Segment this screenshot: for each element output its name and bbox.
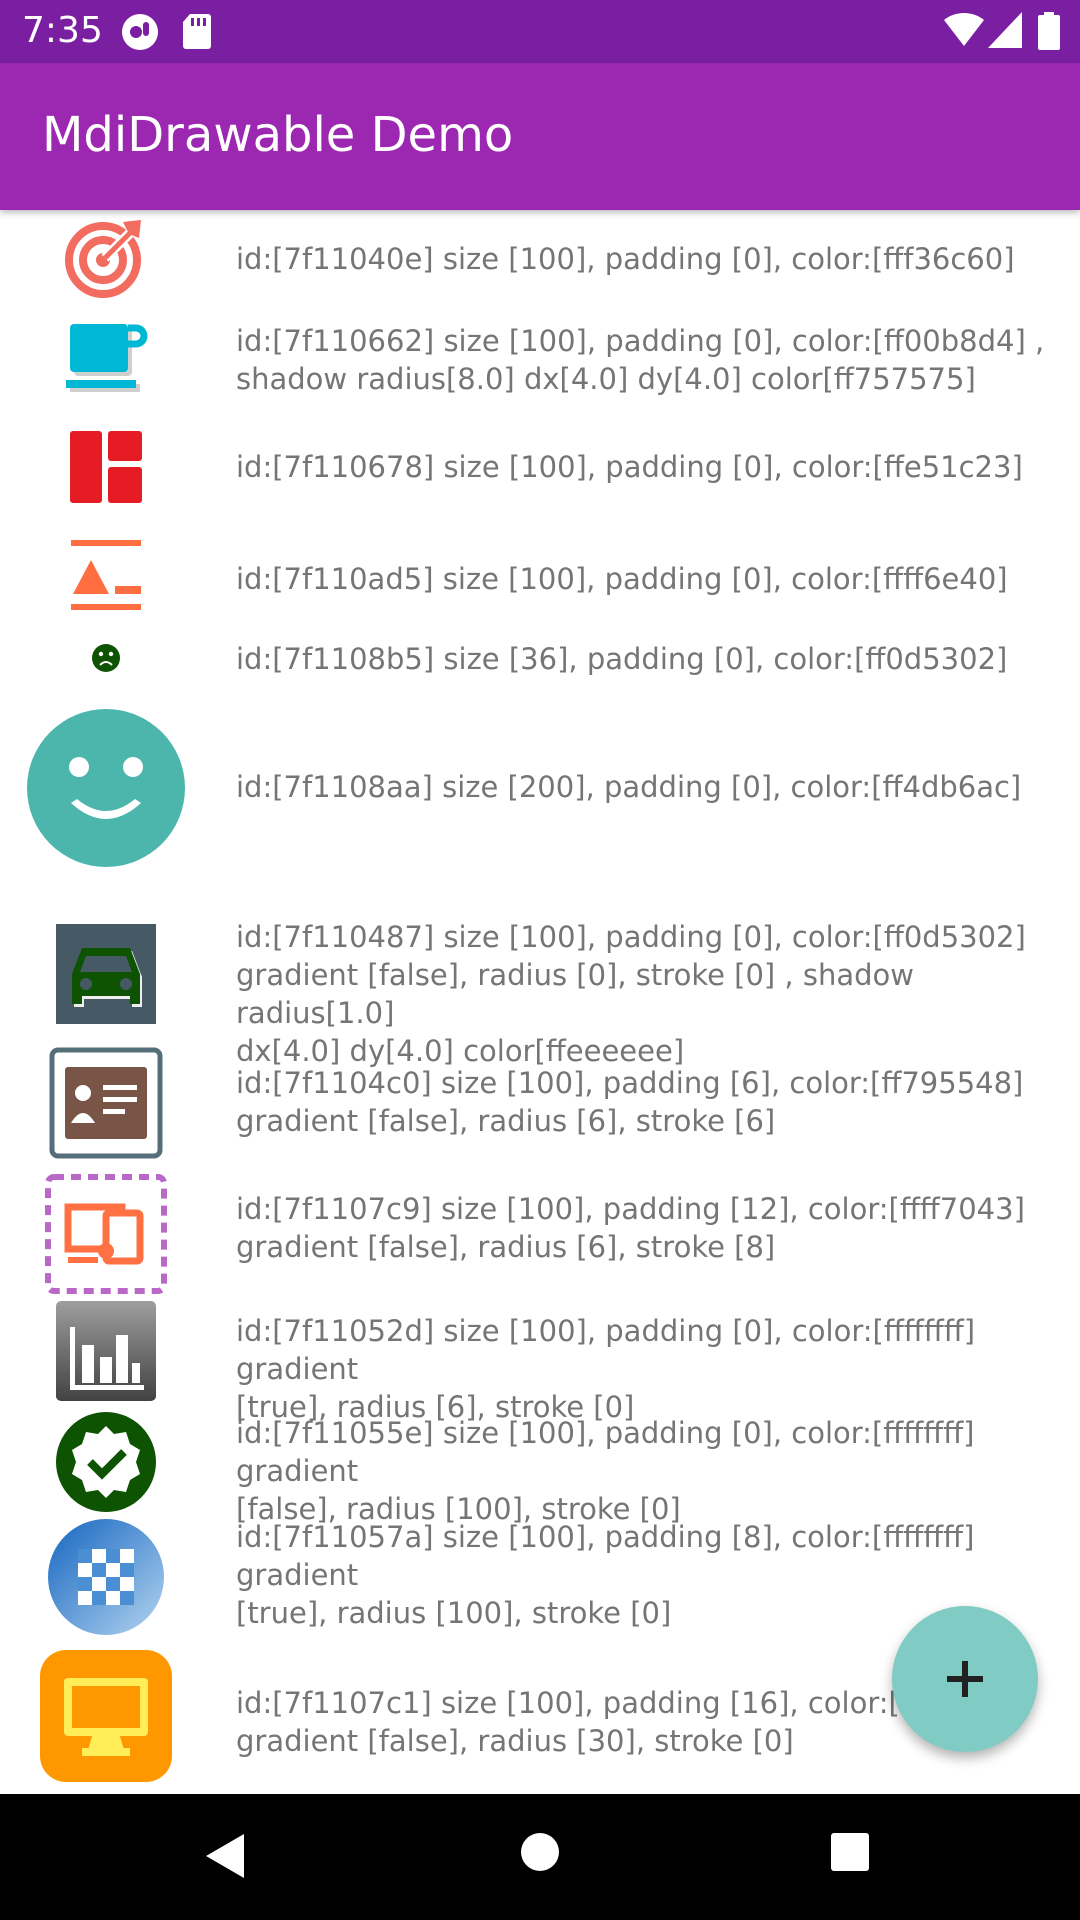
app-title: MdiDrawable Demo (42, 107, 514, 163)
target-arrow-icon (65, 220, 141, 298)
list-item: id:[7f1107c9] size [100], padding [12], … (0, 1172, 1080, 1296)
list-item: id:[7f110ad5] size [100], padding [0], c… (0, 522, 1080, 628)
devices-icon (45, 1174, 167, 1294)
plus-icon (947, 1661, 983, 1697)
row-description: id:[7f1108b5] size [36], padding [0], co… (236, 642, 1008, 676)
row-description: id:[7f110678] size [100], padding [0], c… (236, 450, 1023, 484)
notification-badge-icon (122, 14, 158, 50)
row-description: id:[7f1108aa] size [200], padding [0], c… (236, 770, 1022, 804)
list-item: id:[7f110662] size [100], padding [0], c… (0, 304, 1080, 412)
wifi-icon (944, 12, 984, 47)
format-align-shape-icon (71, 540, 141, 610)
recents-icon[interactable] (830, 1832, 870, 1872)
list-item: id:[7f1108b5] size [36], padding [0], co… (0, 628, 1080, 688)
chart-bar-icon (56, 1301, 156, 1401)
drawable-list[interactable]: id:[7f11040e] size [100], padding [0], c… (0, 210, 1080, 1794)
list-item: id:[7f1104c0] size [100], padding [6], c… (0, 1044, 1080, 1172)
sd-card-icon (183, 14, 211, 49)
status-bar: 7:35 (0, 0, 1080, 63)
coffee-cup-icon (66, 324, 148, 392)
row-description: id:[7f110662] size [100], padding [0], c… (236, 324, 1045, 396)
list-item: id:[7f1108aa] size [200], padding [0], c… (0, 688, 1080, 888)
row-description: id:[7f1107c9] size [100], padding [12], … (236, 1192, 1025, 1264)
app-bar: MdiDrawable Demo (0, 63, 1080, 210)
list-item: id:[7f11055e] size [100], padding [0], c… (0, 1406, 1080, 1526)
row-description: id:[7f11055e] size [100], padding [0], c… (236, 1416, 975, 1526)
monitor-icon (40, 1650, 172, 1782)
checkerboard-icon (48, 1519, 164, 1635)
list-item: id:[7f110487] size [100], padding [0], c… (0, 918, 1080, 1068)
battery-icon (1038, 12, 1060, 50)
list-item: id:[7f11040e] size [100], padding [0], c… (0, 210, 1080, 304)
check-decagram-icon (56, 1412, 156, 1512)
account-card-icon (49, 1047, 163, 1159)
emoticon-happy-icon (27, 709, 185, 867)
status-time: 7:35 (22, 10, 103, 51)
add-fab-button[interactable] (892, 1606, 1038, 1752)
list-item: id:[7f11052d] size [100], padding [0], c… (0, 1296, 1080, 1424)
signal-icon (988, 12, 1022, 48)
list-item: id:[7f110678] size [100], padding [0], c… (0, 412, 1080, 522)
row-description: id:[7f11040e] size [100], padding [0], c… (236, 242, 1015, 276)
car-icon (56, 924, 156, 1024)
view-dashboard-icon (70, 431, 142, 503)
back-icon[interactable] (204, 1832, 246, 1880)
row-description: id:[7f1104c0] size [100], padding [6], c… (236, 1066, 1024, 1138)
home-icon[interactable] (520, 1832, 560, 1872)
navigation-bar (0, 1794, 1080, 1920)
row-description: id:[7f110ad5] size [100], padding [0], c… (236, 562, 1008, 596)
emoticon-sad-icon (92, 644, 120, 672)
